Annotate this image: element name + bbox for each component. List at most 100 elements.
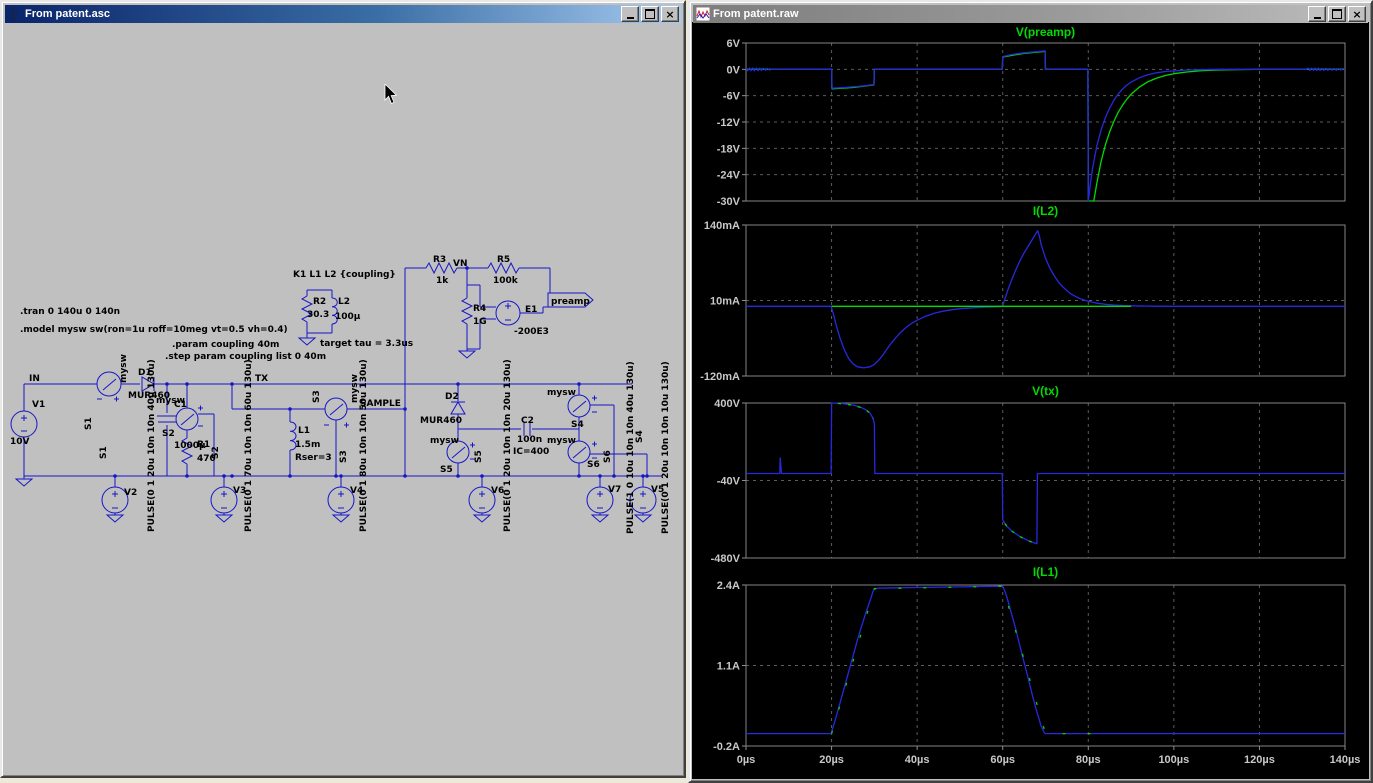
schematic-text: R1 [197, 440, 210, 450]
y-tick-label: -12V [717, 117, 741, 129]
maximize-icon [1332, 9, 1342, 19]
schematic-text: MUR460 [420, 416, 462, 426]
schematic-text: S1 [99, 446, 109, 459]
y-tick-label: 6V [727, 38, 741, 50]
schematic-text: L2 [338, 297, 350, 307]
schematic-text: S6 [587, 460, 600, 470]
x-tick-label: 140µs [1330, 754, 1361, 766]
y-tick-label: 140mA [704, 220, 740, 232]
schematic-text: PULSE(0 1 20u 10n 10n 20u 130u) [503, 359, 513, 532]
schematic-text: V1 [32, 400, 45, 410]
schematic-canvas[interactable]: .tran 0 140u 0 140n .model mysw sw(ron=1u… [2, 2, 684, 776]
schematic-text: D2 [445, 392, 459, 402]
y-tick-label: -0.2A [713, 741, 740, 753]
ground-flags [14, 337, 653, 523]
x-tick-label: 120µs [1244, 754, 1275, 766]
y-tick-label: 400V [714, 398, 740, 410]
schematic-text: mysw [430, 436, 459, 446]
schematic-text: .model mysw sw(ron=1u roff=10meg vt=0.5 … [20, 325, 288, 335]
schematic-text: 1k [436, 276, 449, 286]
schematic-text: -200E3 [514, 327, 549, 337]
schematic-text: 470 [197, 454, 216, 464]
schematic-text: 1.5m [295, 440, 320, 450]
y-tick-label: -40V [717, 476, 741, 488]
schematic-text: preamp [551, 297, 590, 307]
schematic-text: K1 L1 L2 {coupling} [293, 270, 396, 280]
schematic-text: mysw [119, 354, 129, 383]
y-tick-label: -120mA [700, 371, 740, 383]
y-tick-label: -480V [711, 553, 741, 565]
minimize-icon [626, 16, 634, 19]
schematic-text: S3 [339, 450, 349, 463]
plot-title: I(L2) [1033, 204, 1058, 218]
schematic-text: PULSE(0 1 20u 10n 10n 10u 130u) [661, 361, 671, 534]
minimize-button[interactable] [621, 6, 639, 22]
schematic-text: R4 [473, 304, 486, 314]
schematic-text: S3 [312, 390, 322, 403]
schematic-text: 30.3 [307, 310, 329, 320]
y-tick-label: -6V [723, 91, 741, 103]
schematic-text: PULSE(0 1 70u 10n 10n 60u 130u) [244, 359, 254, 532]
schematic-text: target tau = 3.3us [320, 339, 413, 349]
maximize-button[interactable] [641, 6, 659, 22]
y-tick-label: 10mA [710, 296, 740, 308]
waveform-window-icon [695, 7, 710, 21]
waveform-window-title: From patent.raw [713, 8, 799, 20]
schematic-text: mysw [547, 436, 576, 446]
schematic-window-icon [7, 7, 22, 21]
schematic-text: mysw [156, 396, 185, 406]
schematic-titlebar[interactable]: From patent.asc × [5, 5, 681, 23]
close-button[interactable]: × [661, 6, 679, 22]
schematic-text: mysw [547, 388, 576, 398]
y-tick-label: -24V [717, 170, 741, 182]
schematic-text: S1 [84, 417, 94, 430]
schematic-text: PULSE(0 1 80u 10n 10n 50u 130u) [359, 359, 369, 532]
switch-s2 [175, 407, 199, 431]
schematic-window-title: From patent.asc [25, 8, 110, 20]
waveform-window: 6V 0V -6V -12V -18V -24V -30V V(preamp) 140mA 10m… [688, 0, 1373, 783]
schematic-text: 100µ [335, 312, 361, 322]
schematic-text: PULSE(0 1 20u 10n 10n 40u 130u) [147, 359, 157, 532]
schematic-text: V2 [124, 488, 137, 498]
diode-d2 [450, 401, 466, 415]
minimize-button[interactable] [1308, 6, 1326, 22]
switch-s4 [567, 394, 591, 418]
switch-s3 [324, 397, 348, 421]
schematic-text: R3 [433, 255, 446, 265]
schematic-text: 100n [517, 435, 542, 445]
schematic-text: C2 [521, 416, 534, 426]
schematic-text: 100k [493, 276, 519, 286]
maximize-button[interactable] [1328, 6, 1346, 22]
waveform-titlebar[interactable]: From patent.raw × [693, 5, 1368, 23]
schematic-text: E1 [525, 305, 537, 315]
plot-background [692, 22, 1369, 779]
close-button[interactable]: × [1348, 6, 1366, 22]
mouse-cursor [384, 83, 398, 110]
schematic-text: S4 [571, 420, 584, 430]
y-tick-label: -18V [717, 143, 741, 155]
x-tick-label: 100µs [1158, 754, 1189, 766]
plot-title: I(L1) [1033, 565, 1058, 579]
schematic-text: L1 [298, 426, 310, 436]
schematic-text: 1G [473, 317, 487, 327]
waveform-canvas[interactable]: 6V 0V -6V -12V -18V -24V -30V V(preamp) 140mA 10m… [690, 2, 1371, 781]
schematic-text: .tran 0 140u 0 140n [20, 307, 120, 317]
x-tick-label: 40µs [905, 754, 930, 766]
schematic-text: S5 [474, 450, 484, 463]
schematic-text: PULSE(1 0 10u 10n 10n 40u 130u) [626, 361, 636, 534]
switch-s1 [96, 371, 122, 397]
x-tick-label: 0µs [737, 754, 756, 766]
schematic-text: 10V [10, 437, 30, 447]
minimize-icon [1313, 16, 1321, 19]
schematic-text: VN [453, 259, 468, 269]
desktop: .tran 0 140u 0 140n .model mysw sw(ron=1u… [0, 0, 1373, 783]
cursor-arrow-icon [384, 83, 398, 105]
schematic-text: Rser=3 [295, 453, 332, 463]
schematic-text: TX [255, 374, 268, 384]
schematic-text: V7 [608, 485, 621, 495]
schematic-text: S2 [162, 429, 175, 439]
x-tick-label: 80µs [1076, 754, 1101, 766]
x-tick-label: 60µs [990, 754, 1015, 766]
schematic-text: IN [29, 374, 40, 384]
schematic-text: IC=400 [513, 447, 549, 457]
